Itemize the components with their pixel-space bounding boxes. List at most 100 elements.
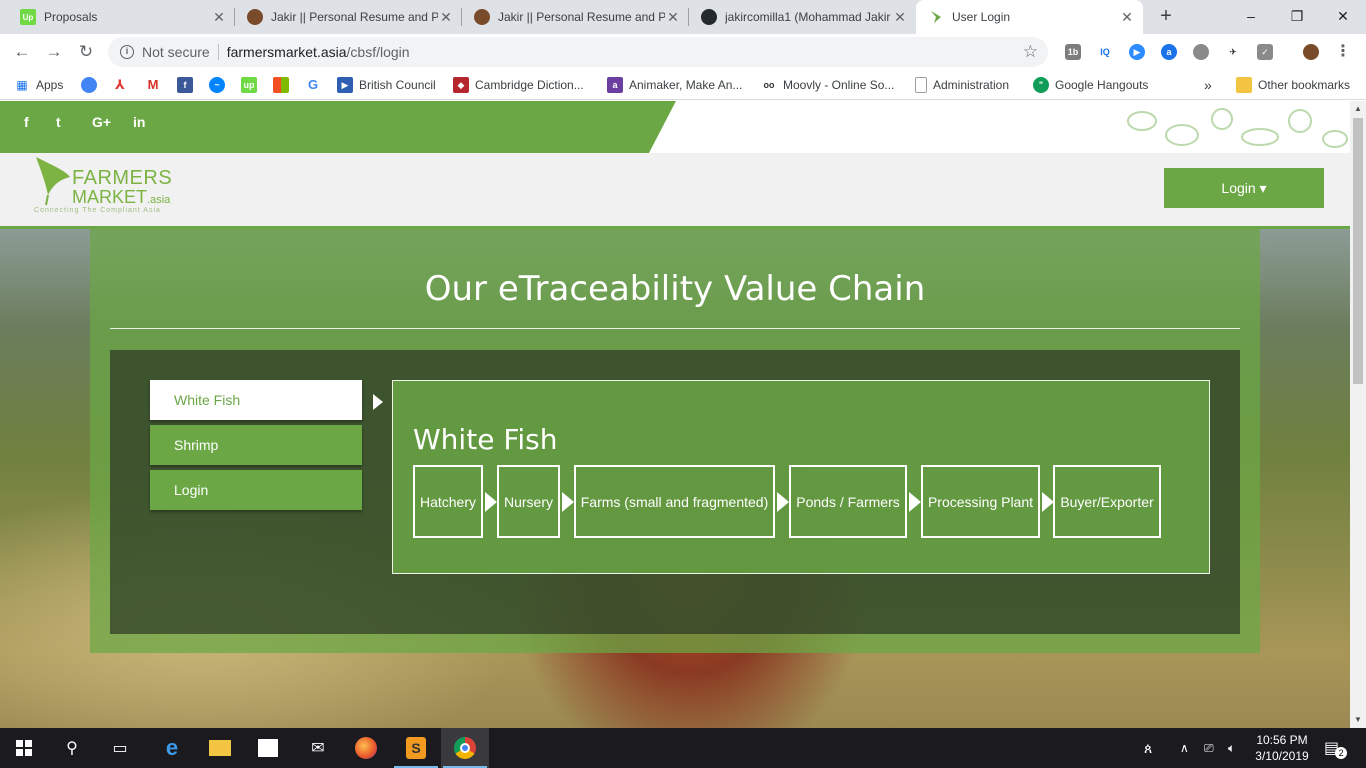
extension-a-icon[interactable]: a bbox=[1161, 44, 1177, 60]
bookmark-apps[interactable]: ▦ Apps bbox=[14, 76, 63, 94]
upwork-icon: up bbox=[241, 77, 257, 93]
people-icon[interactable]: ጰ bbox=[1144, 728, 1152, 768]
page-scrollbar[interactable]: ▲ ▼ bbox=[1350, 101, 1366, 728]
linkedin-icon[interactable]: in bbox=[133, 114, 145, 130]
tab-proposals[interactable]: Up Proposals ✕ bbox=[8, 0, 235, 34]
tab-title: Jakir || Personal Resume and Po bbox=[271, 10, 438, 24]
task-view-icon[interactable]: ▭ bbox=[96, 728, 144, 768]
hangouts-icon: " bbox=[1033, 77, 1049, 93]
zoom-extension-icon[interactable]: ▶ bbox=[1129, 44, 1145, 60]
side-menu-white-fish[interactable]: White Fish bbox=[150, 380, 362, 420]
windows-taskbar: ⚲ ▭ e ✉ S ጰ ∧ ⎚ 🔈︎ 10:56 PM 3/10/2019 ▤ 2 bbox=[0, 728, 1366, 768]
file-explorer-icon[interactable] bbox=[196, 728, 244, 768]
bookmark-cambridge[interactable]: ◆ Cambridge Diction... bbox=[453, 76, 584, 94]
tab-resume-2[interactable]: Jakir || Personal Resume and Po ✕ bbox=[462, 0, 689, 34]
extension-db-icon[interactable] bbox=[1193, 44, 1209, 60]
network-icon[interactable]: ⎚ bbox=[1204, 728, 1214, 768]
reload-button[interactable]: ↻ bbox=[74, 40, 98, 64]
extension-check-icon[interactable]: ✓ bbox=[1257, 44, 1273, 60]
close-window-button[interactable]: ✕ bbox=[1320, 0, 1366, 32]
close-tab-icon[interactable]: ✕ bbox=[438, 9, 454, 26]
mail-icon[interactable]: ✉ bbox=[294, 728, 342, 768]
extension-iq-icon[interactable]: IQ bbox=[1097, 44, 1113, 60]
close-tab-icon[interactable]: ✕ bbox=[892, 9, 908, 26]
step-farms: Farms (small and fragmented) bbox=[574, 465, 775, 538]
login-dropdown-button[interactable]: Login ▾ bbox=[1164, 168, 1324, 208]
close-tab-icon[interactable]: ✕ bbox=[1119, 9, 1135, 26]
close-tab-icon[interactable]: ✕ bbox=[211, 9, 227, 26]
twitter-icon[interactable]: t bbox=[56, 114, 61, 130]
bookmark-messenger[interactable]: ~ bbox=[209, 76, 225, 94]
hero-panel: Our eTraceability Value Chain White Fish… bbox=[90, 229, 1260, 653]
step-arrow-icon bbox=[777, 492, 789, 512]
scroll-down-icon[interactable]: ▼ bbox=[1350, 712, 1366, 728]
extension-bird-icon[interactable]: ✈ bbox=[1225, 44, 1241, 60]
other-bookmarks-folder[interactable]: Other bookmarks bbox=[1236, 76, 1350, 94]
bookmark-upwork[interactable]: up bbox=[241, 76, 257, 94]
bookmark-facebook[interactable]: f bbox=[177, 76, 193, 94]
start-icon[interactable] bbox=[0, 728, 48, 768]
bookmark-british-council[interactable]: ▶ British Council bbox=[337, 76, 436, 94]
url-host: farmersmarket.asia bbox=[226, 44, 347, 60]
tab-resume-1[interactable]: Jakir || Personal Resume and Po ✕ bbox=[235, 0, 462, 34]
forward-button[interactable]: → bbox=[42, 40, 66, 64]
bookmark-acrobat[interactable]: ⅄ bbox=[112, 76, 128, 94]
page-viewport: f t G+ in FARMERS MARKET.asia Connecting… bbox=[0, 101, 1350, 728]
hero-section: Our eTraceability Value Chain White Fish… bbox=[0, 229, 1350, 728]
google-plus-icon[interactable]: G+ bbox=[92, 114, 111, 130]
bookmark-gmail[interactable]: M bbox=[145, 76, 161, 94]
tab-github[interactable]: jakircomilla1 (Mohammad Jakir ✕ bbox=[689, 0, 916, 34]
bookmarks-overflow-button[interactable]: » bbox=[1204, 76, 1212, 94]
bookmark-animaker[interactable]: a Animaker, Make An... bbox=[607, 76, 742, 94]
avatar-icon bbox=[247, 9, 263, 25]
info-icon[interactable]: i bbox=[120, 45, 134, 59]
bookmark-moovly[interactable]: oo Moovly - Online So... bbox=[761, 76, 895, 94]
action-center-icon[interactable]: ▤ 2 bbox=[1324, 728, 1348, 768]
bookmark-label: British Council bbox=[359, 78, 436, 92]
github-icon bbox=[701, 9, 717, 25]
new-tab-button[interactable]: + bbox=[1154, 4, 1178, 28]
menu-kebab-icon[interactable]: ⋮ bbox=[1335, 44, 1351, 60]
edge-icon[interactable]: e bbox=[148, 728, 196, 768]
scrollbar-thumb[interactable] bbox=[1353, 118, 1363, 384]
bookmark-google[interactable]: G bbox=[305, 76, 321, 94]
minimize-button[interactable]: – bbox=[1228, 0, 1274, 32]
close-tab-icon[interactable]: ✕ bbox=[665, 9, 681, 26]
logo-line-2-text: MARKET bbox=[72, 187, 148, 207]
extension-1b-icon[interactable]: 1b bbox=[1065, 44, 1081, 60]
bookmark-administration[interactable]: Administration bbox=[915, 76, 1009, 94]
bookmark-microsoft[interactable] bbox=[273, 76, 289, 94]
leaf-logo-icon bbox=[36, 157, 70, 206]
bookmark-label: Moovly - Online So... bbox=[783, 78, 895, 92]
store-icon[interactable] bbox=[244, 728, 292, 768]
bookmark-star-icon[interactable]: ☆ bbox=[1023, 42, 1038, 62]
tab-user-login[interactable]: User Login ✕ bbox=[916, 0, 1143, 34]
bookmark-account[interactable] bbox=[81, 76, 97, 94]
scroll-up-icon[interactable]: ▲ bbox=[1350, 101, 1366, 117]
side-menu-shrimp[interactable]: Shrimp bbox=[150, 425, 362, 465]
side-menu-login[interactable]: Login bbox=[150, 470, 362, 510]
upwork-icon: Up bbox=[20, 9, 36, 25]
taskbar-clock[interactable]: 10:56 PM 3/10/2019 bbox=[1250, 732, 1314, 764]
site-header: FARMERS MARKET.asia Connecting The Compl… bbox=[0, 153, 1350, 229]
maximize-button[interactable]: ❐ bbox=[1274, 0, 1320, 32]
bookmarks-bar: ▦ Apps ⅄ M f ~ up G ▶ British Council ◆ … bbox=[0, 70, 1366, 100]
facebook-icon[interactable]: f bbox=[24, 114, 29, 130]
farmersmarket-logo[interactable]: FARMERS MARKET.asia Connecting The Compl… bbox=[32, 155, 192, 219]
url-path: /cbsf/login bbox=[346, 44, 410, 60]
firefox-icon[interactable] bbox=[342, 728, 390, 768]
security-status: Not secure bbox=[142, 44, 210, 60]
volume-icon[interactable]: 🔈︎ bbox=[1228, 728, 1235, 768]
address-bar[interactable]: i Not secure farmersmarket.asia/cbsf/log… bbox=[108, 37, 1048, 67]
back-button[interactable]: ← bbox=[10, 40, 34, 64]
show-hidden-icons-icon[interactable]: ∧ bbox=[1180, 728, 1189, 768]
sublime-icon[interactable]: S bbox=[392, 728, 440, 768]
chrome-icon[interactable] bbox=[441, 728, 489, 768]
moovly-icon: oo bbox=[763, 80, 775, 90]
bookmark-hangouts[interactable]: " Google Hangouts bbox=[1033, 76, 1148, 94]
search-icon[interactable]: ⚲ bbox=[48, 728, 96, 768]
play-icon: ▶ bbox=[337, 77, 353, 93]
avatar-icon bbox=[474, 9, 490, 25]
profile-avatar[interactable] bbox=[1303, 44, 1319, 60]
folder-icon bbox=[1236, 77, 1252, 93]
